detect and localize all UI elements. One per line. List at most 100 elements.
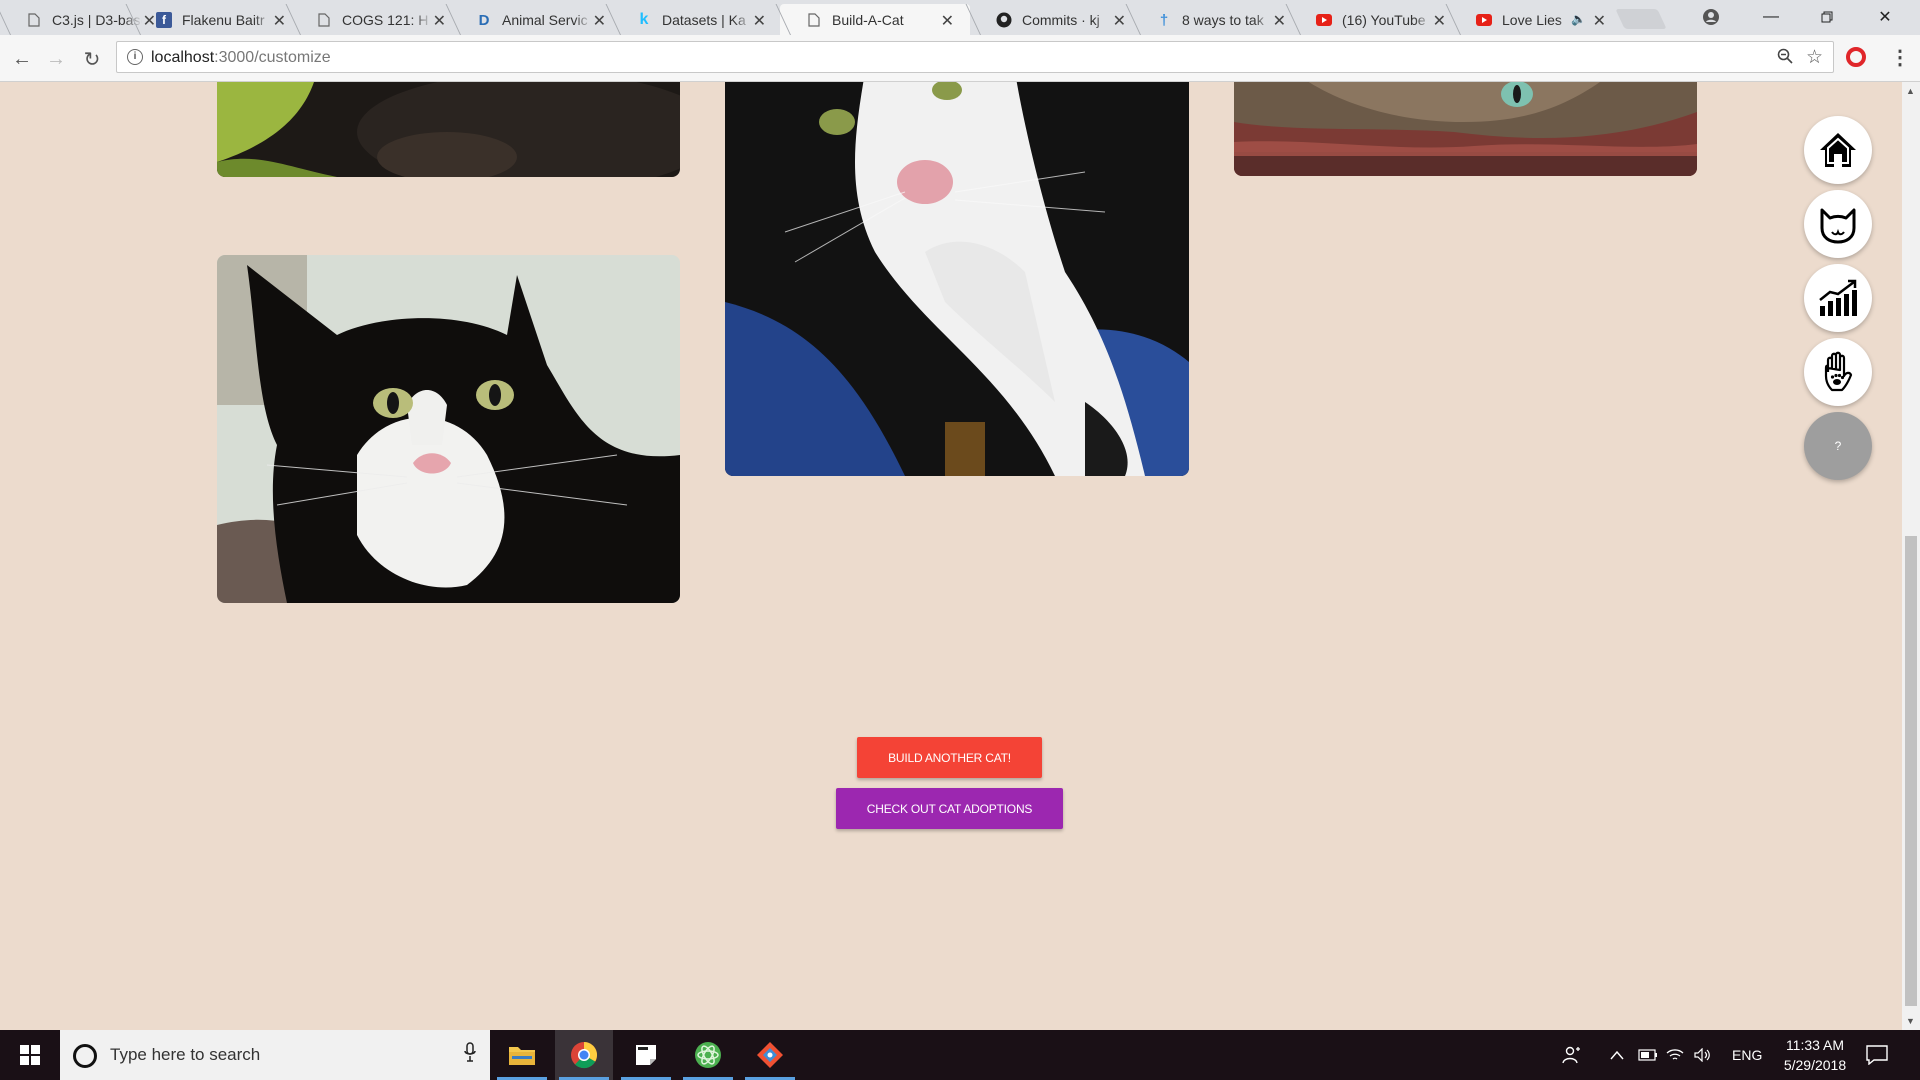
close-tab-icon[interactable]: ✕ <box>941 11 954 31</box>
notes-icon <box>636 1045 656 1065</box>
tab-8-ways[interactable]: † 8 ways to tak ✕ <box>1130 4 1302 35</box>
cat-photo-image <box>217 255 680 603</box>
back-icon[interactable]: ← <box>10 47 34 71</box>
tab-kaggle[interactable]: k Datasets | Ka ✕ <box>610 4 782 35</box>
close-tab-icon[interactable]: ✕ <box>433 11 446 31</box>
document-icon <box>26 12 42 28</box>
profile-icon[interactable] <box>1688 2 1734 32</box>
tab-facebook[interactable]: f Flakenu Baitr ✕ <box>130 4 302 35</box>
build-another-cat-button[interactable]: BUILD ANOTHER CAT! <box>857 737 1042 778</box>
taskbar-search-box[interactable]: Type here to search <box>60 1030 490 1080</box>
chrome-app[interactable] <box>555 1030 613 1080</box>
cat-photo-image <box>725 82 1189 476</box>
file-explorer-app[interactable] <box>493 1030 551 1080</box>
opera-extension-icon[interactable] <box>1846 47 1866 67</box>
tab-strip: C3.js | D3-based ✕ f Flakenu Baitr ✕ COG… <box>0 0 1920 35</box>
url-host: localhost <box>151 49 215 66</box>
scroll-down-icon[interactable]: ▼ <box>1906 1016 1915 1026</box>
cat-photo-tuxedo-portrait[interactable] <box>217 255 680 603</box>
home-icon <box>1820 133 1856 167</box>
cat-builder-button[interactable] <box>1804 190 1872 258</box>
tab-animal-services[interactable]: D Animal Servic ✕ <box>450 4 622 35</box>
close-tab-icon[interactable]: ✕ <box>1273 11 1286 31</box>
battery-icon[interactable] <box>1638 1030 1658 1080</box>
page-content: BUILD ANOTHER CAT! CHECK OUT CAT ADOPTIO… <box>0 82 1902 1030</box>
scrollbar-thumb[interactable] <box>1905 536 1917 1006</box>
git-app[interactable] <box>741 1030 799 1080</box>
document-icon <box>806 12 822 28</box>
system-clock[interactable]: 11:33 AM 5/29/2018 <box>1770 1035 1860 1075</box>
tab-youtube[interactable]: (16) YouTube ✕ <box>1290 4 1462 35</box>
minimize-icon[interactable]: — <box>1748 2 1794 32</box>
scroll-up-icon[interactable]: ▲ <box>1906 86 1915 96</box>
forward-icon[interactable]: → <box>44 47 68 71</box>
tab-love-lies[interactable]: Love Lies 🔈 ✕ <box>1450 4 1622 35</box>
close-tab-icon[interactable]: ✕ <box>1433 11 1446 31</box>
atom-app[interactable] <box>679 1030 737 1080</box>
close-tab-icon[interactable]: ✕ <box>273 11 286 31</box>
new-tab-button[interactable] <box>1615 9 1667 29</box>
action-center-icon[interactable] <box>1866 1030 1888 1080</box>
tab-title: Love Lies <box>1502 12 1562 28</box>
tab-build-a-cat[interactable]: Build-A-Cat ✕ <box>780 4 970 35</box>
cat-photo-tuxedo-paw[interactable] <box>725 82 1189 476</box>
url-path: :3000/customize <box>214 49 331 66</box>
show-hidden-icons[interactable] <box>1610 1030 1624 1080</box>
tab-cogs121[interactable]: COGS 121: H ✕ <box>290 4 462 35</box>
adopt-button[interactable] <box>1804 338 1872 406</box>
git-icon <box>757 1042 783 1068</box>
input-language[interactable]: ENG <box>1732 1030 1762 1080</box>
close-tab-icon[interactable]: ✕ <box>1113 11 1126 31</box>
cat-adoptions-button[interactable]: CHECK OUT CAT ADOPTIONS <box>836 788 1063 829</box>
tab-title: Commits · kj <box>1022 12 1100 28</box>
url-text: localhost:3000/customize <box>151 49 331 67</box>
cat-photo-tabby-rug[interactable] <box>1234 82 1697 176</box>
cortana-icon <box>73 1044 97 1068</box>
tab-title: Datasets | Ka <box>662 12 746 28</box>
speaker-icon[interactable]: 🔈 <box>1571 12 1586 26</box>
youtube-icon <box>1316 12 1332 28</box>
close-tab-icon[interactable]: ✕ <box>753 11 766 31</box>
cat-icon <box>1820 208 1856 244</box>
kaggle-icon: k <box>639 11 649 28</box>
restore-icon[interactable] <box>1804 2 1850 32</box>
atom-icon <box>695 1042 721 1068</box>
cross-icon: † <box>1159 11 1169 29</box>
close-window-icon[interactable]: ✕ <box>1862 2 1908 32</box>
page-scrollbar[interactable]: ▲ ▼ <box>1902 82 1920 1030</box>
windows-start-button[interactable] <box>0 1030 60 1080</box>
facebook-icon: f <box>156 12 172 28</box>
tab-github-commits[interactable]: Commits · kj ✕ <box>970 4 1142 35</box>
home-button[interactable] <box>1804 116 1872 184</box>
chart-icon <box>1819 279 1857 316</box>
cat-photo-tabby-green[interactable] <box>217 82 680 177</box>
cat-photo-image <box>1234 82 1697 176</box>
document-icon <box>316 12 332 28</box>
cat-photo-image <box>217 82 680 177</box>
tab-title: 8 ways to tak <box>1182 12 1264 28</box>
bookmark-star-icon[interactable]: ☆ <box>1806 46 1823 69</box>
volume-icon[interactable] <box>1694 1030 1712 1080</box>
d-icon: D <box>478 11 490 29</box>
reload-icon[interactable]: ↻ <box>80 47 104 71</box>
tab-title: Animal Servic <box>502 12 588 28</box>
address-bar[interactable]: i localhost:3000/customize ☆ <box>116 41 1834 73</box>
clock-date: 5/29/2018 <box>1783 1057 1847 1073</box>
youtube-icon <box>1476 12 1492 28</box>
sticky-notes-app[interactable] <box>617 1030 675 1080</box>
wifi-icon[interactable] <box>1666 1030 1684 1080</box>
microphone-icon[interactable] <box>464 1042 476 1067</box>
windows-icon <box>20 1045 40 1065</box>
folder-icon <box>509 1047 535 1065</box>
github-icon <box>996 12 1012 28</box>
chrome-icon <box>571 1041 597 1069</box>
menu-icon[interactable]: ⋮ <box>1890 45 1910 70</box>
zoom-icon[interactable] <box>1777 48 1793 69</box>
tab-title: C3.js | D3-based <box>52 12 142 28</box>
stats-button[interactable] <box>1804 264 1872 332</box>
close-tab-icon[interactable]: ✕ <box>1593 11 1606 31</box>
help-button[interactable]: ? <box>1804 412 1872 480</box>
people-icon[interactable] <box>1562 1030 1582 1080</box>
close-tab-icon[interactable]: ✕ <box>593 11 606 31</box>
info-icon[interactable]: i <box>127 49 143 65</box>
